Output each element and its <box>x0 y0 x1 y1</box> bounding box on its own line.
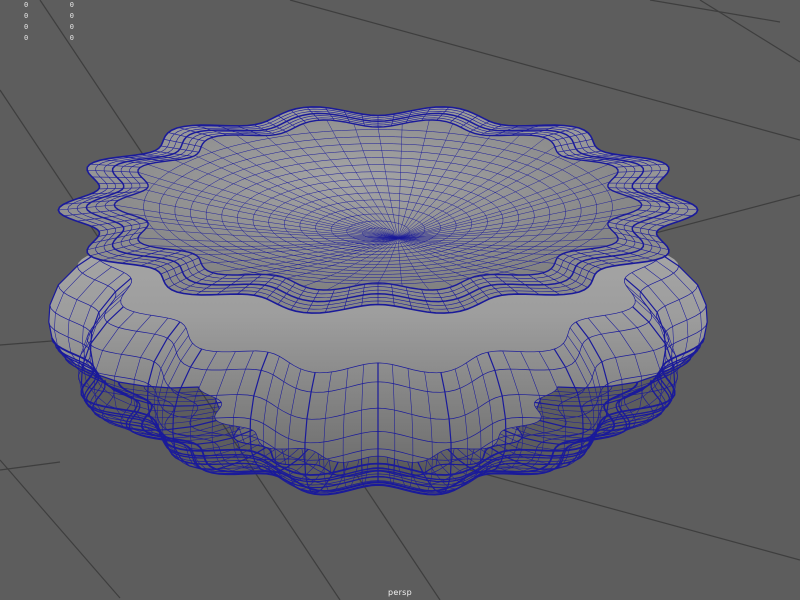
hud-readout: 0 0 0 0 0 0 0 0 <box>24 0 74 44</box>
pouf-mesh[interactable] <box>48 106 708 496</box>
hud-row: 0 0 <box>24 11 74 22</box>
hud-value: 0 <box>69 34 74 42</box>
grid-line <box>649 0 781 23</box>
hud-value: 0 <box>24 1 29 9</box>
hud-row: 0 0 <box>24 33 74 44</box>
hud-value: 0 <box>69 1 74 9</box>
hud-row: 0 0 <box>24 22 74 33</box>
camera-name-label: persp <box>387 588 413 597</box>
grid-line <box>0 461 61 471</box>
hud-row: 0 0 <box>24 0 74 11</box>
hud-value: 0 <box>24 34 29 42</box>
hud-value: 0 <box>24 12 29 20</box>
hud-value: 0 <box>24 23 29 31</box>
perspective-viewport[interactable]: 0 0 0 0 0 0 0 0 persp <box>0 0 800 600</box>
hud-value: 0 <box>69 12 74 20</box>
grid-line <box>699 0 800 63</box>
grid-line <box>0 459 121 599</box>
scene-canvas[interactable] <box>0 0 800 600</box>
grid-line <box>469 469 800 561</box>
hud-value: 0 <box>69 23 74 31</box>
